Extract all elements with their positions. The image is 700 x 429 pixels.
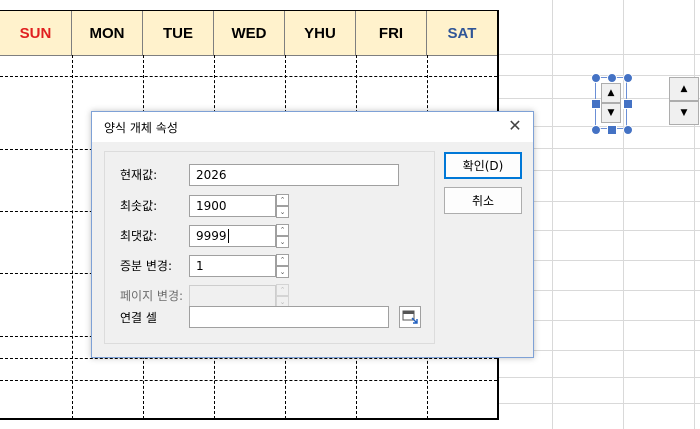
spin-down-button[interactable]: ▼ bbox=[601, 103, 621, 123]
min-value-stepper[interactable]: ⌃ ⌄ bbox=[276, 194, 289, 218]
gridline bbox=[499, 403, 700, 404]
spin-button-control-selected[interactable]: ▲ ▼ bbox=[591, 73, 633, 135]
dialog-title: 양식 개체 속성 bbox=[104, 120, 178, 135]
resize-handle[interactable] bbox=[607, 125, 617, 135]
min-value-input[interactable]: 1900 bbox=[189, 195, 276, 217]
chevron-up-icon: ⌃ bbox=[276, 284, 289, 296]
spin-up-button[interactable]: ▲ bbox=[669, 77, 699, 101]
row-divider bbox=[0, 380, 497, 381]
increment-stepper[interactable]: ⌃ ⌄ bbox=[276, 254, 289, 278]
resize-handle[interactable] bbox=[607, 73, 617, 83]
chevron-up-icon[interactable]: ⌃ bbox=[276, 194, 289, 206]
dialog-title-bar[interactable]: 양식 개체 속성 ✕ bbox=[92, 112, 533, 142]
triangle-down-icon: ▼ bbox=[680, 108, 688, 118]
resize-handle[interactable] bbox=[591, 73, 601, 83]
cancel-button[interactable]: 취소 bbox=[444, 187, 522, 214]
triangle-up-icon: ▲ bbox=[607, 88, 615, 98]
chevron-down-icon[interactable]: ⌄ bbox=[276, 266, 289, 278]
day-header-thu[interactable]: YHU bbox=[285, 11, 356, 55]
cell-link-input[interactable] bbox=[189, 306, 389, 328]
chevron-down-icon[interactable]: ⌄ bbox=[276, 206, 289, 218]
day-header-wed[interactable]: WED bbox=[214, 11, 285, 55]
text-cursor bbox=[227, 229, 229, 243]
collapse-dialog-button[interactable] bbox=[399, 306, 421, 328]
range-select-icon bbox=[402, 310, 418, 324]
resize-handle[interactable] bbox=[591, 125, 601, 135]
spin-up-button[interactable]: ▲ bbox=[601, 83, 621, 103]
row-divider bbox=[0, 358, 497, 359]
format-control-dialog: 양식 개체 속성 ✕ 현재값: 2026 최솟값: 1900 ⌃ ⌄ 최댓값: … bbox=[91, 111, 534, 358]
column-divider bbox=[72, 55, 73, 419]
day-header-mon[interactable]: MON bbox=[72, 11, 143, 55]
page-change-stepper: ⌃ ⌄ bbox=[276, 284, 289, 308]
day-header-tue[interactable]: TUE bbox=[143, 11, 214, 55]
ok-button[interactable]: 확인(D) bbox=[444, 152, 522, 179]
spin-down-button[interactable]: ▼ bbox=[669, 101, 699, 125]
gridline bbox=[499, 54, 700, 55]
row-divider bbox=[0, 76, 497, 77]
control-properties-group: 현재값: 2026 최솟값: 1900 ⌃ ⌄ 최댓값: 9999 ⌃ ⌄ 증분… bbox=[104, 151, 435, 344]
resize-handle[interactable] bbox=[623, 99, 633, 109]
gridline bbox=[623, 0, 624, 429]
gridline bbox=[694, 0, 695, 429]
gridline bbox=[499, 377, 700, 378]
chevron-up-icon[interactable]: ⌃ bbox=[276, 224, 289, 236]
current-value-input[interactable]: 2026 bbox=[189, 164, 399, 186]
resize-handle[interactable] bbox=[623, 125, 633, 135]
max-value-text: 9999 bbox=[196, 229, 227, 243]
resize-handle[interactable] bbox=[623, 73, 633, 83]
gridline bbox=[552, 0, 553, 429]
triangle-down-icon: ▼ bbox=[607, 108, 615, 118]
increment-input[interactable]: 1 bbox=[189, 255, 276, 277]
close-icon[interactable]: ✕ bbox=[507, 118, 523, 134]
day-header-fri[interactable]: FRI bbox=[356, 11, 427, 55]
max-value-input[interactable]: 9999 bbox=[189, 225, 276, 247]
page-change-input bbox=[189, 285, 276, 307]
spreadsheet[interactable]: SUN MON TUE WED YHU FRI SAT ▲ ▼ ▲ ▼ 양식 개… bbox=[0, 0, 700, 429]
calendar-header-row: SUN MON TUE WED YHU FRI SAT bbox=[0, 11, 497, 56]
max-value-stepper[interactable]: ⌃ ⌄ bbox=[276, 224, 289, 248]
resize-handle[interactable] bbox=[591, 99, 601, 109]
triangle-up-icon: ▲ bbox=[680, 84, 688, 94]
chevron-up-icon[interactable]: ⌃ bbox=[276, 254, 289, 266]
chevron-down-icon[interactable]: ⌄ bbox=[276, 236, 289, 248]
day-header-sun[interactable]: SUN bbox=[0, 11, 72, 55]
spin-button-control[interactable]: ▲ ▼ bbox=[669, 77, 700, 127]
day-header-sat[interactable]: SAT bbox=[427, 11, 497, 55]
